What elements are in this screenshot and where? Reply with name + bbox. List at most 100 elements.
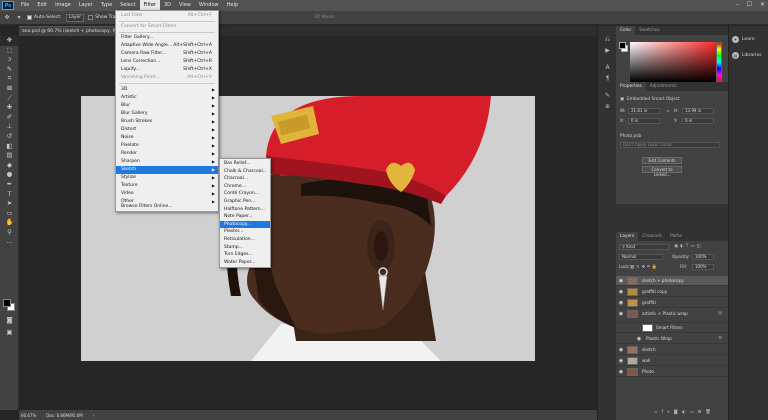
lock-icons[interactable]: ▦✎✥⌗🔒: [630, 265, 659, 270]
filter-options-icon[interactable]: ≡: [718, 336, 722, 341]
layer-row[interactable]: ◉ artistic + Plastic wrap ◎: [616, 309, 728, 323]
layer-filter-dropdown[interactable]: ⚲ Kind: [619, 244, 669, 250]
hue-slider[interactable]: [716, 42, 722, 82]
hand-tool-icon[interactable]: ✋: [0, 218, 19, 228]
layer-comp-dropdown[interactable]: Don't Apply Layer Comp: [620, 142, 720, 148]
layer-row[interactable]: Smart Filters: [616, 323, 728, 333]
quick-mask-icon[interactable]: ◙: [0, 316, 19, 326]
filter-3d[interactable]: 3D ▶: [116, 86, 218, 94]
tab-paths[interactable]: Paths: [666, 232, 686, 241]
chevron-down-icon[interactable]: ▾: [15, 14, 23, 22]
link-layers-icon[interactable]: ∞: [654, 410, 662, 415]
lasso-tool-icon[interactable]: ↄ: [0, 55, 19, 65]
brush-tool-icon[interactable]: ✐: [0, 113, 19, 123]
filter-video[interactable]: Video ▶: [116, 190, 218, 198]
filter-adaptive-wide-angle[interactable]: Adaptive Wide Angle... Alt+Shift+Ctrl+A: [116, 42, 218, 50]
foreground-color-swatch[interactable]: [3, 299, 11, 307]
filter-noise[interactable]: Noise ▶: [116, 134, 218, 142]
adjustment-layer-icon[interactable]: ◐: [682, 410, 690, 415]
eye-icon[interactable]: ◉: [618, 347, 624, 353]
eye-icon[interactable]: ◉: [636, 336, 642, 342]
trash-icon[interactable]: 🗑: [705, 410, 714, 415]
blend-mode-dropdown[interactable]: Normal: [619, 254, 663, 260]
sketch-conte-crayon[interactable]: Conté Crayon...: [220, 190, 270, 198]
layer-row[interactable]: ◉ graffiti: [616, 298, 728, 308]
brush-settings-icon[interactable]: ✎: [598, 90, 617, 101]
layer-row[interactable]: ◉ sketch: [616, 345, 728, 355]
sketch-torn-edges[interactable]: Torn Edges...: [220, 251, 270, 259]
dodge-tool-icon[interactable]: ●: [0, 170, 19, 180]
y-field[interactable]: 0 in: [682, 118, 714, 124]
auto-select-checkbox[interactable]: Auto-Select:: [27, 15, 62, 20]
color-swatches[interactable]: [2, 298, 17, 312]
close-icon[interactable]: ✕: [760, 1, 765, 8]
type-tool-icon[interactable]: T: [0, 190, 19, 200]
filter-stylize[interactable]: Stylize ▶: [116, 174, 218, 182]
eye-icon[interactable]: ◉: [618, 358, 624, 364]
marquee-tool-icon[interactable]: ⬚: [0, 46, 19, 56]
move-tool-icon[interactable]: ✥: [0, 36, 19, 46]
filter-browse-online[interactable]: Browse Filters Online...: [116, 203, 218, 211]
sketch-plaster[interactable]: Plaster...: [220, 228, 270, 236]
filter-pixelate[interactable]: Pixelate ▶: [116, 142, 218, 150]
sketch-charcoal[interactable]: Charcoal...: [220, 175, 270, 183]
chevron-right-icon[interactable]: ›: [93, 413, 95, 418]
eye-icon[interactable]: ◉: [618, 369, 624, 375]
fill-field[interactable]: 100%: [692, 264, 714, 270]
zoom-level[interactable]: 66.67%: [21, 413, 36, 418]
opacity-field[interactable]: 100%: [692, 254, 714, 260]
filter-last-filter[interactable]: Last Filter Alt+Ctrl+F: [116, 12, 218, 20]
eraser-tool-icon[interactable]: ◧: [0, 142, 19, 152]
sketch-graphic-pen[interactable]: Graphic Pen...: [220, 198, 270, 206]
layer-filter-icons[interactable]: ▣◐T▭◫: [674, 244, 703, 249]
screen-mode-icon[interactable]: ▣: [0, 328, 19, 338]
tab-layers[interactable]: Layers: [616, 232, 639, 241]
color-picker-field[interactable]: [630, 42, 722, 82]
convert-to-linked-button[interactable]: Convert to Linked...: [642, 166, 682, 177]
x-field[interactable]: 0 in: [628, 118, 660, 124]
healing-brush-tool-icon[interactable]: ✚: [0, 103, 19, 113]
sketch-water-paper[interactable]: Water Paper...: [220, 259, 270, 267]
height-field[interactable]: 13.99 in: [682, 108, 714, 114]
edit-contents-button[interactable]: Edit Contents: [642, 157, 682, 164]
zoom-tool-icon[interactable]: ⚲: [0, 228, 19, 238]
link-icon[interactable]: ∞: [666, 109, 670, 114]
more-tools-icon[interactable]: …: [0, 237, 19, 247]
quick-select-tool-icon[interactable]: ✎: [0, 65, 19, 75]
minimize-icon[interactable]: –: [736, 1, 739, 8]
libraries-button[interactable]: ▤ Libraries: [732, 52, 761, 59]
filter-gallery[interactable]: Filter Gallery...: [116, 34, 218, 42]
eye-icon[interactable]: ◉: [618, 289, 624, 295]
pen-tool-icon[interactable]: ✒: [0, 180, 19, 190]
add-mask-icon[interactable]: ◙: [674, 410, 682, 415]
menu-layer[interactable]: Layer: [75, 0, 97, 11]
filter-distort[interactable]: Distort ▶: [116, 126, 218, 134]
clone-stamp-tool-icon[interactable]: ⊥: [0, 122, 19, 132]
filter-sketch[interactable]: Sketch ▶: [116, 166, 218, 174]
move-tool-icon[interactable]: ✥: [3, 14, 11, 22]
learn-button[interactable]: ✦ Learn: [732, 36, 755, 43]
sketch-chalk-charcoal[interactable]: Chalk & Charcoal...: [220, 168, 270, 176]
menu-file[interactable]: File: [17, 0, 33, 11]
filter-blur[interactable]: Blur ▶: [116, 102, 218, 110]
tab-color[interactable]: Color: [616, 26, 636, 35]
eye-icon[interactable]: ◉: [618, 278, 624, 284]
filter-artistic[interactable]: Artistic ▶: [116, 94, 218, 102]
filter-lens-correction[interactable]: Lens Correction... Shift+Ctrl+R: [116, 58, 218, 66]
layer-row[interactable]: ◉ Plastic Wrap ≡: [616, 334, 728, 344]
shape-tool-icon[interactable]: ▭: [0, 209, 19, 219]
eye-icon[interactable]: ◉: [618, 300, 624, 306]
frame-tool-icon[interactable]: ⊠: [0, 84, 19, 94]
sketch-stamp[interactable]: Stamp...: [220, 244, 270, 252]
paragraph-icon[interactable]: ¶: [598, 73, 617, 84]
history-icon[interactable]: ⎌: [598, 34, 617, 45]
menu-help[interactable]: Help: [223, 0, 242, 11]
blur-tool-icon[interactable]: ◆: [0, 161, 19, 171]
sketch-chrome[interactable]: Chrome...: [220, 183, 270, 191]
layer-row[interactable]: ◉ sketch + photocopy: [616, 276, 728, 286]
actions-icon[interactable]: ▶: [598, 45, 617, 56]
menu-edit[interactable]: Edit: [33, 0, 51, 11]
sketch-bas-relief[interactable]: Bas Relief...: [220, 160, 270, 168]
sketch-halftone-pattern[interactable]: Halftone Pattern...: [220, 206, 270, 214]
tab-properties[interactable]: Properties: [616, 82, 646, 91]
